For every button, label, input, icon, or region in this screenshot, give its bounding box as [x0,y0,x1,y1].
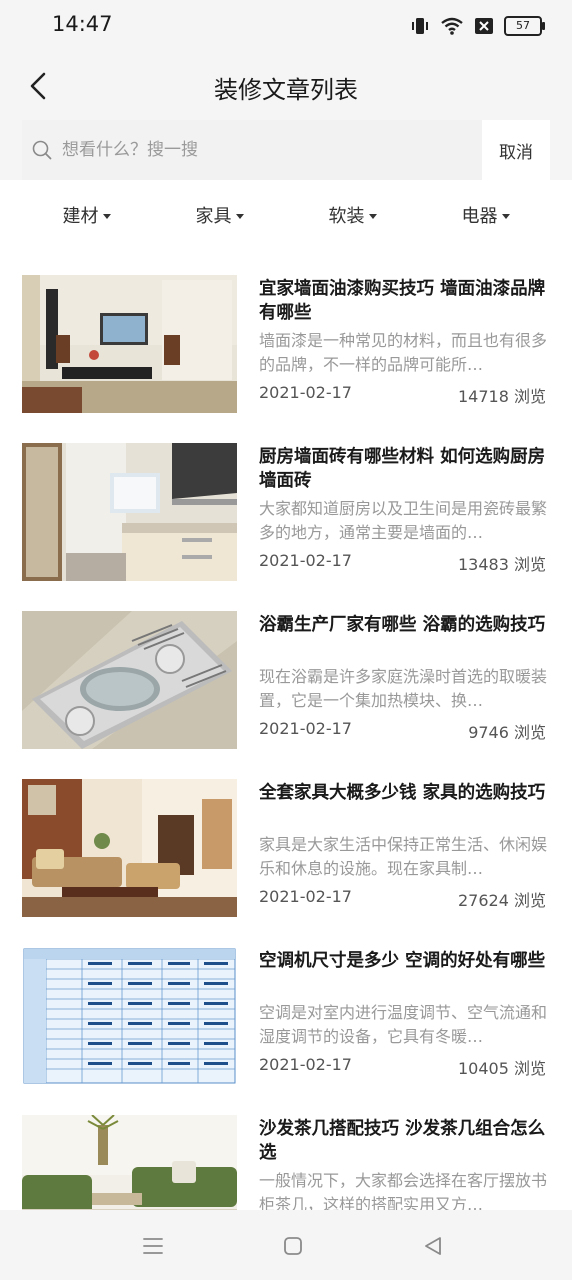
cancel-button[interactable]: 取消 [482,120,550,180]
article-title: 厨房墙面砖有哪些材料 如何选购厨房墙面砖 [259,447,546,491]
article-item[interactable]: 空调机尺寸是多少 空调的好处有哪些 空调是对室内进行温度调节、空气流通和湿度调节… [22,947,550,1085]
search-bar: 取消 [0,120,572,180]
article-title: 沙发茶几搭配技巧 沙发茶几组合怎么选 [259,1119,546,1163]
article-list: 宜家墙面油漆购买技巧 墙面油漆品牌有哪些 墙面漆是一种常见的材料，而且也有很多的… [0,275,572,1210]
filter-label: 家具 [195,206,232,227]
article-date: 2021-02-17 [259,383,352,402]
article-item[interactable]: 宜家墙面油漆购买技巧 墙面油漆品牌有哪些 墙面漆是一种常见的材料，而且也有很多的… [22,275,550,413]
search-icon [32,140,52,160]
article-thumbnail [22,1115,237,1210]
filter-label: 建材 [62,206,99,227]
vibrate-icon [412,18,428,34]
article-summary: 大家都知道厨房以及卫生间是用瓷砖最繁多的地方，通常主要是墙面的… [259,499,548,542]
article-date: 2021-02-17 [259,719,352,738]
dropdown-caret-icon [501,213,510,219]
dropdown-caret-icon [102,213,111,219]
filter-label: 软装 [328,206,365,227]
page-title: 装修文章列表 [214,76,358,104]
article-title: 浴霸生产厂家有哪些 浴霸的选购技巧 [259,615,546,635]
article-views: 13483 浏览 [458,555,546,574]
home-square-icon [284,1237,302,1255]
filter-furniture[interactable]: 家具 [196,202,244,228]
home-button[interactable] [278,1232,308,1260]
article-thumbnail [22,611,237,749]
status-bar: 14:47 57 [0,0,572,52]
article-summary: 家具是大家生活中保持正常生活、休闲娱乐和休息的设施。现在家具制… [259,835,548,878]
article-thumbnail [22,947,237,1085]
article-summary: 一般情况下，大家都会选择在客厅摆放书柜茶几，这样的搭配实用又方… [259,1171,548,1210]
article-date: 2021-02-17 [259,551,352,570]
article-item[interactable]: 浴霸生产厂家有哪些 浴霸的选购技巧 现在浴霸是许多家庭洗澡时首选的取暖装置，它是… [22,611,550,749]
filter-soft-furnishings[interactable]: 软装 [329,202,377,228]
back-triangle-icon [425,1237,441,1255]
filter-bar: 建材 家具 软装 电器 [0,180,572,250]
filter-building-materials[interactable]: 建材 [63,202,111,228]
article-summary: 空调是对室内进行温度调节、空气流通和湿度调节的设备，它具有冬暖… [259,1003,548,1046]
back-nav-button[interactable] [418,1232,448,1260]
article-item[interactable]: 厨房墙面砖有哪些材料 如何选购厨房墙面砖 大家都知道厨房以及卫生间是用瓷砖最繁多… [22,443,550,581]
menu-button[interactable] [138,1232,168,1260]
article-title: 宜家墙面油漆购买技巧 墙面油漆品牌有哪些 [259,279,546,323]
article-summary: 现在浴霸是许多家庭洗澡时首选的取暖装置，它是一个集加热模块、换… [259,667,548,710]
article-date: 2021-02-17 [259,887,352,906]
system-nav-bar [0,1210,572,1280]
filter-appliances[interactable]: 电器 [462,202,510,228]
header: 装修文章列表 [0,52,572,120]
search-box[interactable] [22,120,482,180]
wifi-icon [441,17,463,35]
article-views: 9746 浏览 [468,723,546,742]
article-summary: 墙面漆是一种常见的材料，而且也有很多的品牌，不一样的品牌可能所… [259,331,548,374]
article-views: 14718 浏览 [458,387,546,406]
article-date: 2021-02-17 [259,1055,352,1074]
dropdown-caret-icon [368,213,377,219]
article-views: 27624 浏览 [458,891,546,910]
menu-icon [143,1238,163,1254]
status-icons: 57 [410,14,545,38]
filter-label: 电器 [461,206,498,227]
article-thumbnail [22,779,237,917]
search-input[interactable] [60,139,464,161]
battery-icon: 57 [504,16,545,36]
dropdown-caret-icon [235,213,244,219]
no-sim-icon [475,18,493,34]
article-thumbnail [22,443,237,581]
article-item[interactable]: 沙发茶几搭配技巧 沙发茶几组合怎么选 一般情况下，大家都会选择在客厅摆放书柜茶几… [22,1115,550,1210]
article-title: 空调机尺寸是多少 空调的好处有哪些 [259,951,546,971]
article-thumbnail [22,275,237,413]
article-title: 全套家具大概多少钱 家具的选购技巧 [259,783,546,803]
status-time: 14:47 [52,12,113,36]
article-views: 10405 浏览 [458,1059,546,1078]
article-item[interactable]: 全套家具大概多少钱 家具的选购技巧 家具是大家生活中保持正常生活、休闲娱乐和休息… [22,779,550,917]
